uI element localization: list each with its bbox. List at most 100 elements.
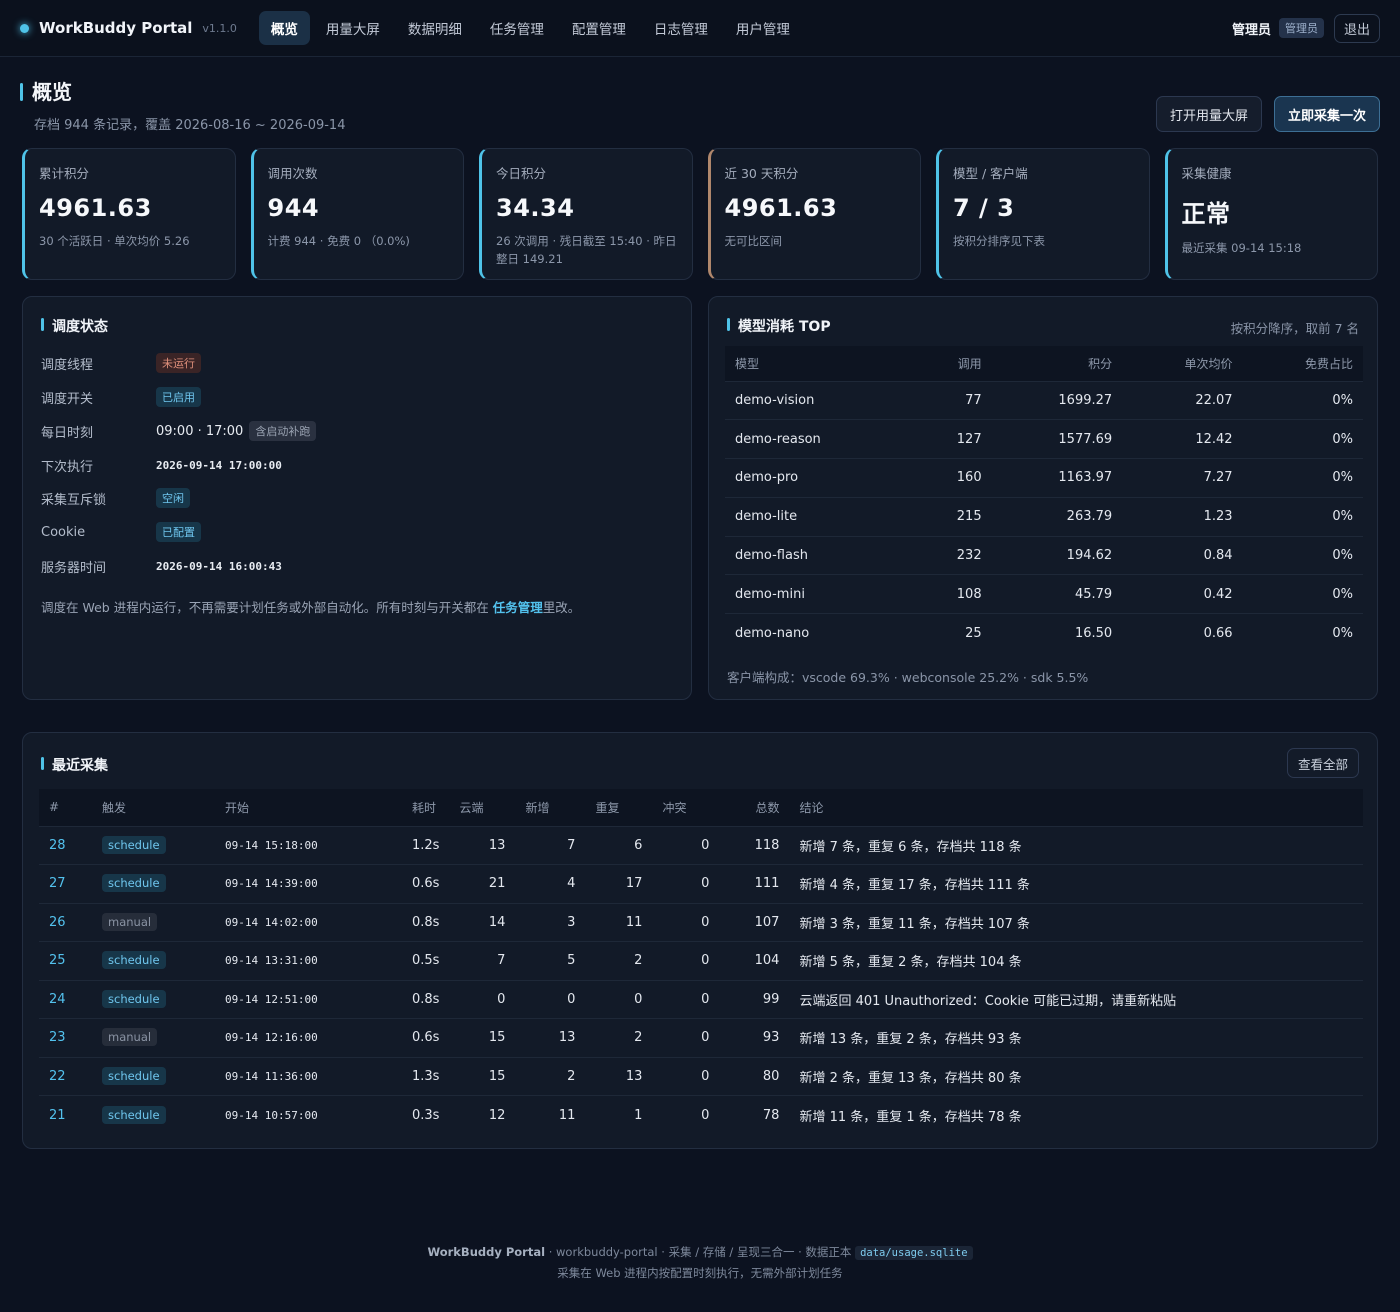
status-badge: 空闲 <box>156 488 190 508</box>
table-row[interactable]: 21 schedule 09-14 10:57:00 0.3s 12 11 1 0 78 新增 1… <box>39 1095 1363 1134</box>
footer: WorkBuddy Portal · workbuddy-portal · 采集… <box>0 1242 1400 1283</box>
run-id[interactable]: 24 <box>39 979 92 1019</box>
kpi-label: 今日积分 <box>496 166 547 181</box>
dup-count: 0 <box>585 979 653 1019</box>
kpi-value: 4961.63 <box>39 194 152 222</box>
schedule-row-lock: 采集互斥锁 空闲 <box>41 487 190 509</box>
collect-now-button[interactable]: 立即采集一次 <box>1273 96 1380 132</box>
user-name: 管理员 <box>1231 22 1271 38</box>
table-row[interactable]: 23 manual 09-14 12:16:00 0.6s 15 13 2 0 93 新增 13 … <box>39 1018 1363 1057</box>
status-dot-icon <box>20 23 29 33</box>
model-name: demo-lite <box>725 496 913 537</box>
schedule-key: 采集互斥锁 <box>41 492 107 508</box>
kpi-foot: 最近采集 09-14 15:18 <box>1181 241 1302 255</box>
kpi-30day-credits: 近 30 天积分 4961.63 无可比区间 <box>707 148 921 280</box>
schedule-value: 已启用 <box>156 387 201 407</box>
new-count: 3 <box>515 902 586 942</box>
tab-usage-screen[interactable]: 用量大屏 <box>314 11 392 45</box>
dup-count: 6 <box>585 825 653 865</box>
column-header: 新增 <box>525 800 550 815</box>
status-badge: 未运行 <box>156 353 201 373</box>
start-time: 09-14 12:51:00 <box>215 979 402 1019</box>
run-id[interactable]: 22 <box>39 1056 92 1096</box>
cloud-count: 15 <box>449 1018 516 1057</box>
run-id[interactable]: 21 <box>39 1095 92 1134</box>
conflict-count: 0 <box>652 864 720 903</box>
kpi-models-clients: 模型 / 客户端 7 / 3 按积分排序见下表 <box>936 148 1150 280</box>
trigger: schedule <box>92 1056 215 1096</box>
tab-tasks[interactable]: 任务管理 <box>478 11 556 45</box>
total-count: 104 <box>719 941 790 980</box>
total-count: 93 <box>719 1018 790 1057</box>
duration: 0.3s <box>402 1095 450 1134</box>
conflict-count: 0 <box>652 979 720 1019</box>
duration: 1.2s <box>402 825 450 865</box>
table-row[interactable]: 25 schedule 09-14 13:31:00 0.5s 7 5 2 0 104 新增 5 … <box>39 941 1363 980</box>
table-row: demo-mini 108 45.79 0.42 0% <box>725 574 1363 614</box>
credits: 1699.27 <box>991 380 1123 420</box>
trigger-badge: schedule <box>102 874 166 893</box>
credits: 1577.69 <box>991 419 1123 459</box>
run-id[interactable]: 23 <box>39 1018 92 1057</box>
credits: 45.79 <box>991 574 1123 614</box>
trigger-badge: schedule <box>102 989 166 1008</box>
schedule-row-thread: 调度线程 未运行 <box>41 352 201 374</box>
conflict-count: 0 <box>652 941 720 980</box>
tab-users[interactable]: 用户管理 <box>724 11 802 45</box>
dup-count: 2 <box>585 941 653 980</box>
view-all-button[interactable]: 查看全部 <box>1286 748 1359 778</box>
new-count: 4 <box>515 864 586 903</box>
conclusion: 新增 5 条，重复 2 条，存档共 104 条 <box>789 941 1363 980</box>
header-actions: 打开用量大屏 立即采集一次 <box>1155 96 1380 132</box>
table-row: demo-pro 160 1163.97 7.27 0% <box>725 458 1363 498</box>
trigger-badge: manual <box>102 912 158 931</box>
page-header: 概览 存档 944 条记录，覆盖 2026-08-16 ~ 2026-09-14… <box>20 80 1380 136</box>
schedule-row-next: 下次执行 2026-09-14 17:00:00 <box>41 454 282 476</box>
new-count: 0 <box>515 979 586 1019</box>
free-ratio: 0% <box>1242 496 1363 537</box>
schedule-note: 调度在 Web 进程内运行，不再需要计划任务或外部自动化。所有时刻与开关都在 任… <box>41 597 580 616</box>
table-row[interactable]: 26 manual 09-14 14:02:00 0.8s 14 3 11 0 107 新增 3 … <box>39 902 1363 942</box>
recent-table: # 触发 开始 耗时 云端 新增 重复 冲突 总数 结论 28 schedule 0… <box>39 789 1363 1134</box>
column-header: 冲突 <box>662 800 687 815</box>
recent-collect-panel: 最近采集 查看全部 # 触发 开始 耗时 云端 新增 重复 冲突 总数 结论 2… <box>22 732 1378 1149</box>
logout-button[interactable]: 退出 <box>1333 13 1380 43</box>
column-header: 总数 <box>755 800 780 815</box>
kpi-label: 近 30 天积分 <box>724 166 799 181</box>
table-row[interactable]: 22 schedule 09-14 11:36:00 1.3s 15 2 13 0 80 新增 2… <box>39 1056 1363 1096</box>
panel-title: 模型消耗 TOP <box>727 316 831 336</box>
kpi-foot: 计费 944 · 免费 0 （0.0%) <box>267 234 410 248</box>
avg-price: 0.84 <box>1122 535 1243 575</box>
model-name: demo-nano <box>725 613 913 653</box>
run-id[interactable]: 27 <box>39 864 92 903</box>
run-id[interactable]: 26 <box>39 902 92 942</box>
trigger-badge: manual <box>102 1028 158 1047</box>
open-usage-screen-button[interactable]: 打开用量大屏 <box>1155 96 1262 132</box>
total-count: 80 <box>719 1056 790 1096</box>
duration: 0.8s <box>402 979 450 1019</box>
footer-brand: WorkBuddy Portal <box>427 1245 546 1259</box>
model-table: 模型 调用 积分 单次均价 免费占比 demo-vision 77 1699.2… <box>725 346 1363 653</box>
nav-tabs: 概览 用量大屏 数据明细 任务管理 配置管理 日志管理 用户管理 <box>258 11 802 45</box>
tab-overview[interactable]: 概览 <box>258 11 310 45</box>
run-id[interactable]: 28 <box>39 825 92 865</box>
trigger: schedule <box>92 1095 215 1134</box>
conflict-count: 0 <box>652 1018 720 1057</box>
column-header: 重复 <box>595 800 620 815</box>
panel-title: 最近采集 <box>41 755 108 775</box>
start-time: 09-14 14:39:00 <box>215 864 402 903</box>
table-row: demo-vision 77 1699.27 22.07 0% <box>725 380 1363 420</box>
conflict-count: 0 <box>652 825 720 865</box>
tab-logs[interactable]: 日志管理 <box>642 11 720 45</box>
model-name: demo-vision <box>725 380 913 420</box>
brand[interactable]: WorkBuddy Portal v1.1.0 <box>20 19 237 37</box>
table-row[interactable]: 28 schedule 09-14 15:18:00 1.2s 13 7 6 0 118 新增 7… <box>39 825 1363 865</box>
tab-data-detail[interactable]: 数据明细 <box>396 11 474 45</box>
cloud-count: 15 <box>449 1056 516 1096</box>
table-row[interactable]: 24 schedule 09-14 12:51:00 0.8s 0 0 0 0 99 云端返回 4… <box>39 979 1363 1019</box>
table-row[interactable]: 27 schedule 09-14 14:39:00 0.6s 21 4 17 0 111 新增 … <box>39 864 1363 903</box>
tab-config[interactable]: 配置管理 <box>560 11 638 45</box>
task-management-link[interactable]: 任务管理 <box>493 600 543 615</box>
duration: 0.6s <box>402 864 450 903</box>
run-id[interactable]: 25 <box>39 941 92 980</box>
